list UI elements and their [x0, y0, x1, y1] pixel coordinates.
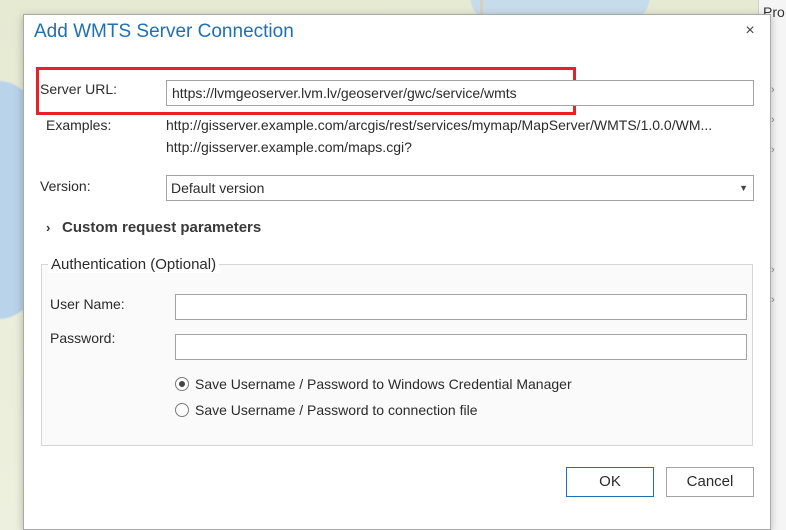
- side-panel-chevron-icon[interactable]: ›: [771, 144, 775, 156]
- custom-request-parameters-label: Custom request parameters: [62, 219, 262, 236]
- add-wmts-dialog: Add WMTS Server Connection × Server URL:…: [23, 14, 771, 530]
- authentication-group: Authentication (Optional) User Name: Pas…: [41, 256, 753, 446]
- password-label: Password:: [50, 330, 116, 346]
- version-select-value: Default version: [171, 180, 265, 196]
- example-url-1: http://gisserver.example.com/arcgis/rest…: [166, 117, 713, 133]
- examples-label: Examples:: [46, 117, 112, 133]
- version-label: Version:: [40, 178, 91, 194]
- side-panel-chevron-icon[interactable]: ›: [771, 294, 775, 306]
- version-select[interactable]: Default version ▼: [166, 175, 754, 201]
- side-panel-chevron-icon[interactable]: ›: [771, 114, 775, 126]
- example-url-2: http://gisserver.example.com/maps.cgi?: [166, 139, 412, 155]
- radio-label: Save Username / Password to connection f…: [195, 402, 478, 418]
- username-input[interactable]: [175, 294, 747, 320]
- username-label: User Name:: [50, 296, 125, 312]
- ok-button[interactable]: OK: [566, 467, 654, 497]
- map-road: [480, 0, 483, 14]
- radio-connection-file[interactable]: Save Username / Password to connection f…: [175, 402, 477, 418]
- chevron-down-icon: ▼: [739, 183, 748, 193]
- password-input[interactable]: [175, 334, 747, 360]
- side-panel-chevron-icon[interactable]: ›: [771, 264, 775, 276]
- radio-windows-credential-manager[interactable]: Save Username / Password to Windows Cred…: [175, 376, 572, 392]
- radio-label: Save Username / Password to Windows Cred…: [195, 376, 572, 392]
- authentication-group-title: Authentication (Optional): [48, 256, 220, 273]
- dialog-title: Add WMTS Server Connection: [34, 21, 294, 42]
- custom-request-parameters-expander[interactable]: › Custom request parameters: [46, 219, 261, 236]
- cancel-button[interactable]: Cancel: [666, 467, 754, 497]
- radio-button[interactable]: [175, 377, 189, 391]
- chevron-right-icon: ›: [46, 220, 51, 235]
- side-panel-chevron-icon[interactable]: ›: [771, 84, 775, 96]
- server-url-label: Server URL:: [40, 81, 118, 97]
- server-url-input[interactable]: [166, 80, 754, 106]
- radio-button[interactable]: [175, 403, 189, 417]
- close-icon[interactable]: ×: [742, 23, 758, 39]
